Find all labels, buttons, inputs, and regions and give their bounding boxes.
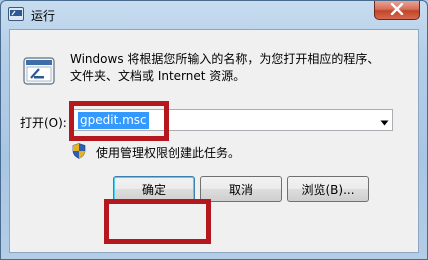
open-label: 打开(O): [20, 116, 67, 130]
title-bar[interactable]: 运行 [1, 1, 427, 29]
dialog-body: Windows 将根据您所输入的名称，为您打开相应的程序、文件夹、文档或 Int… [9, 29, 419, 253]
cancel-button[interactable]: 取消 [200, 176, 282, 202]
run-program-icon [22, 54, 58, 88]
admin-privilege-note: 使用管理权限创建此任务。 [96, 146, 241, 160]
command-input[interactable]: gpedit.msc [78, 112, 149, 129]
run-app-icon [8, 7, 24, 21]
chevron-down-icon[interactable] [380, 116, 389, 126]
window-title: 运行 [31, 9, 56, 23]
run-description: Windows 将根据您所输入的名称，为您打开相应的程序、文件夹、文档或 Int… [70, 52, 380, 83]
command-combobox[interactable]: gpedit.msc [73, 109, 393, 131]
browse-button[interactable]: 浏览(B)... [287, 176, 369, 202]
ok-button[interactable]: 确定 [113, 176, 195, 202]
run-dialog-window: 运行 Windows 将根据您所输入的名称，为您打开相应的程序、文件夹、文档或 … [0, 0, 428, 260]
close-button[interactable] [374, 1, 420, 20]
browse-button-label: 浏览(B)... [301, 182, 355, 197]
cancel-button-label: 取消 [228, 182, 253, 197]
uac-shield-icon [72, 143, 86, 159]
close-icon [390, 2, 404, 18]
ok-button-label: 确定 [141, 182, 166, 197]
